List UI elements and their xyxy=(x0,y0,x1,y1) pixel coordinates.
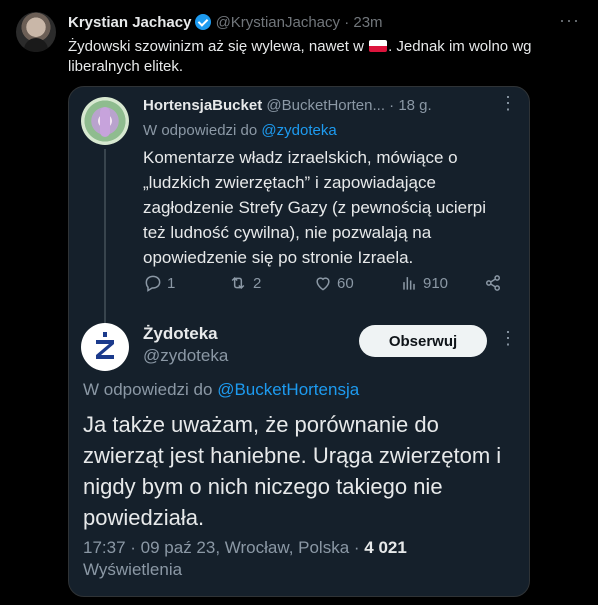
reply-more-icon[interactable]: ⋮ xyxy=(499,93,517,114)
author-name[interactable]: Krystian Jachacy xyxy=(68,14,191,31)
views-button[interactable]: 910 xyxy=(399,273,448,293)
verified-badge-icon xyxy=(195,14,212,30)
zydoteka-body: Ja także uważam, że porównanie do zwierz… xyxy=(83,412,502,530)
zydoteka-replying-prefix: W odpowiedzi do xyxy=(83,380,218,399)
reply-actions: 1 2 60 910 xyxy=(143,273,503,297)
views-total: 4 021 xyxy=(364,538,407,557)
reply-author-avatar[interactable] xyxy=(81,97,129,145)
header-separator: · xyxy=(344,14,350,31)
zydoteka-replying-to: W odpowiedzi do @BucketHortensja xyxy=(83,379,359,401)
reply-author-handle[interactable]: @BucketHorten... xyxy=(266,97,385,114)
views-count: 910 xyxy=(423,274,449,292)
views-label: Wyświetlenia xyxy=(83,560,183,579)
reply-button[interactable]: 1 xyxy=(143,273,175,293)
reply-replying-link[interactable]: @zydoteka xyxy=(261,122,336,139)
reply-replying-to: W odpowiedzi do @zydoteka xyxy=(143,121,432,141)
share-button[interactable] xyxy=(483,273,503,293)
reply-replying-prefix: W odpowiedzi do xyxy=(143,122,262,139)
tweet-time[interactable]: 23m xyxy=(353,14,382,31)
zydoteka-replying-link[interactable]: @BucketHortensja xyxy=(217,380,359,399)
follow-button[interactable]: Obserwuj xyxy=(359,325,487,357)
repost-count: 2 xyxy=(253,274,262,292)
tweet-text: Żydowski szowinizm aż się wylewa, nawet … xyxy=(68,37,568,77)
reply-author-name[interactable]: HortensjaBucket xyxy=(143,97,262,114)
reply-body: Komentarze władz izraelskich, mówiące o … xyxy=(143,148,486,267)
heart-icon xyxy=(316,277,330,291)
tweet-text-part1: Żydowski szowinizm aż się wylewa, nawet … xyxy=(68,38,369,55)
more-options-icon[interactable]: ··· xyxy=(559,10,580,31)
repost-button[interactable]: 2 xyxy=(227,273,261,293)
zydoteka-name[interactable]: Żydoteka xyxy=(143,323,218,345)
like-button[interactable]: 60 xyxy=(313,273,354,293)
tweet-meta: 17:37 · 09 paź 23, Wrocław, Polska · 4 0… xyxy=(83,537,513,581)
views-icon xyxy=(403,277,415,290)
zydoteka-handle[interactable]: @zydoteka xyxy=(143,345,228,367)
like-count: 60 xyxy=(337,274,354,292)
quoted-tweet-card[interactable]: HortensjaBucket @BucketHorten... · 18 g.… xyxy=(68,86,530,597)
reply-icon xyxy=(145,275,161,292)
zydoteka-logo-icon xyxy=(96,332,114,359)
poland-flag-icon xyxy=(369,40,388,52)
zydoteka-avatar[interactable] xyxy=(81,323,129,371)
zydoteka-more-icon[interactable]: ⋮ xyxy=(499,328,517,349)
author-handle[interactable]: @KrystianJachacy xyxy=(216,14,340,31)
share-icon xyxy=(486,275,500,291)
repost-icon xyxy=(231,276,245,290)
reply-header: HortensjaBucket @BucketHorten... · 18 g.… xyxy=(143,96,432,141)
reply-time[interactable]: 18 g. xyxy=(398,97,431,114)
reply-count: 1 xyxy=(167,274,176,292)
tweet-header: Krystian Jachacy @KrystianJachacy · 23m xyxy=(68,13,383,33)
author-avatar[interactable] xyxy=(16,12,56,52)
tweet-timestamp[interactable]: 17:37 · 09 paź 23, Wrocław, Polska · xyxy=(83,538,364,557)
reply-separator: · xyxy=(389,97,395,114)
